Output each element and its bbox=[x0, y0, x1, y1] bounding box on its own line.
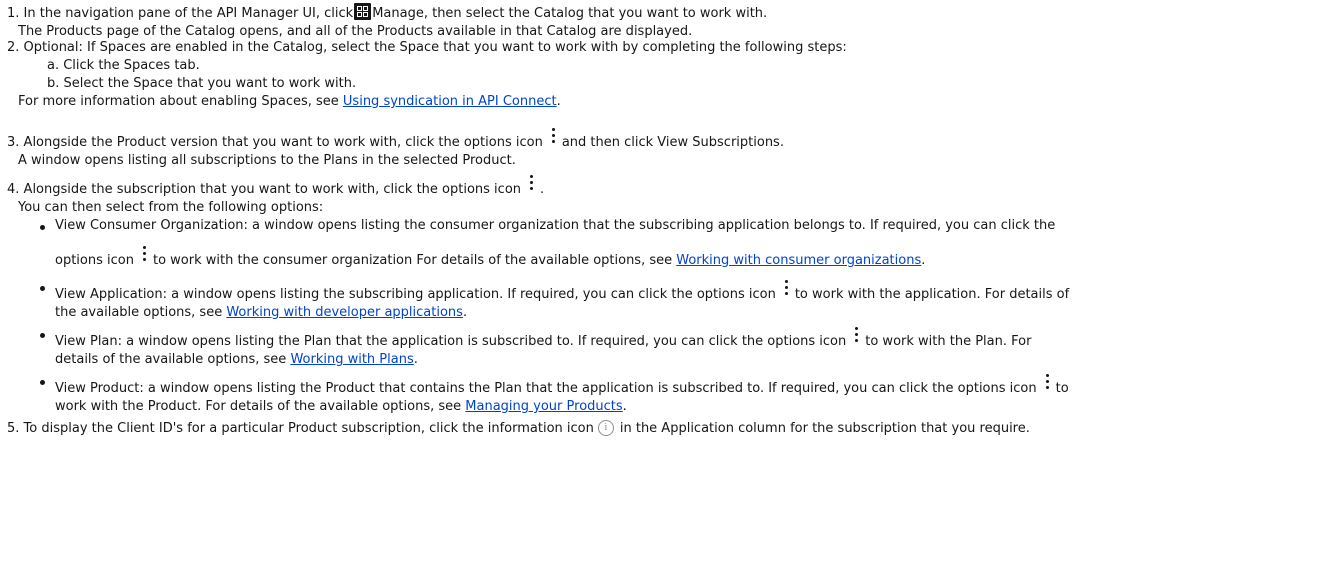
step-4: 4. Alongside the subscription that you w… bbox=[7, 173, 1337, 420]
option-plan-end: . bbox=[413, 352, 418, 367]
step-3-number: 3. bbox=[7, 135, 20, 150]
step-4-line: 4. Alongside the subscription that you w… bbox=[7, 173, 1337, 199]
step-2-sub-b: b. Select the Space that you want to wor… bbox=[47, 76, 357, 91]
step-2-number: 2. bbox=[7, 40, 20, 55]
option-plan-line-1: View Plan: a window opens listing the Pl… bbox=[55, 325, 1337, 351]
option-consumer-org-pre: options icon bbox=[55, 253, 134, 268]
manage-icon bbox=[354, 3, 372, 20]
option-plan-pre: View Plan: a window opens listing the Pl… bbox=[55, 334, 847, 349]
option-product-pre: View Product: a window opens listing the… bbox=[55, 381, 1037, 396]
step-5-number: 5. bbox=[7, 421, 20, 436]
step-3: 3. Alongside the Product version that yo… bbox=[7, 126, 1337, 173]
option-application-pre: View Application: a window opens listing… bbox=[55, 287, 776, 302]
option-view-plan: View Plan: a window opens listing the Pl… bbox=[40, 325, 1337, 372]
link-using-syndication[interactable]: Using syndication in API Connect bbox=[343, 94, 557, 109]
options-icon bbox=[547, 126, 559, 148]
link-working-with-plans[interactable]: Working with Plans bbox=[290, 352, 413, 367]
option-application-end: . bbox=[462, 305, 468, 320]
step-3-line: 3. Alongside the Product version that yo… bbox=[7, 126, 1337, 152]
option-view-product: View Product: a window opens listing the… bbox=[40, 372, 1337, 420]
step-3-result: A window opens listing all subscriptions… bbox=[18, 153, 516, 168]
option-product-line2-pre: work with the Product. For details of th… bbox=[55, 399, 462, 414]
option-application-line-1: View Application: a window opens listing… bbox=[55, 278, 1337, 304]
option-application-line-2: the available options, see Working with … bbox=[55, 304, 1337, 322]
information-icon: i bbox=[597, 420, 614, 436]
options-icon bbox=[138, 244, 150, 266]
options-icon bbox=[780, 278, 792, 300]
step-2-more-info: For more information about enabling Spac… bbox=[7, 93, 1337, 111]
step-5: 5. To display the Client ID's for a part… bbox=[7, 420, 1337, 438]
step-3-text-pre: Alongside the Product version that you w… bbox=[23, 135, 543, 150]
option-view-application: View Application: a window opens listing… bbox=[40, 278, 1337, 325]
step-5-line: 5. To display the Client ID's for a part… bbox=[7, 420, 1337, 438]
link-working-with-developer-applications[interactable]: Working with developer applications bbox=[226, 305, 463, 320]
step-1-text-post: Manage, then select the Catalog that you… bbox=[372, 6, 768, 21]
step-2-more-post: . bbox=[556, 94, 561, 109]
step-2-more-pre: For more information about enabling Spac… bbox=[18, 94, 339, 109]
options-icon bbox=[850, 325, 862, 347]
option-consumer-org-line-1: View Consumer Organization: a window ope… bbox=[55, 218, 1056, 233]
step-1-line: 1. In the navigation pane of the API Man… bbox=[7, 3, 1337, 23]
option-plan-post: to work with the Plan. For bbox=[865, 334, 1032, 349]
step-5-text-post: in the Application column for the subscr… bbox=[619, 421, 1030, 436]
link-managing-your-products[interactable]: Managing your Products bbox=[465, 399, 622, 414]
option-product-post: to bbox=[1055, 381, 1069, 396]
step-3-text-post: and then click View Subscriptions. bbox=[561, 135, 784, 150]
instructions-document: 1. In the navigation pane of the API Man… bbox=[0, 0, 1337, 438]
step-2: 2. Optional: If Spaces are enabled in th… bbox=[7, 39, 1337, 126]
option-consumer-org-line-2: options icon to work with the consumer or… bbox=[55, 244, 1337, 270]
option-product-line-2: work with the Product. For details of th… bbox=[55, 398, 1337, 416]
option-application-line2-pre: the available options, see bbox=[55, 305, 223, 320]
link-working-with-consumer-organizations[interactable]: Working with consumer organizations bbox=[676, 253, 921, 268]
option-view-consumer-organization: View Consumer Organization: a window ope… bbox=[40, 217, 1337, 278]
step-5-text-pre: To display the Client ID's for a particu… bbox=[23, 421, 594, 436]
option-application-post: to work with the application. For detail… bbox=[794, 287, 1070, 302]
step-1: 1. In the navigation pane of the API Man… bbox=[7, 3, 1337, 39]
options-icon bbox=[1041, 372, 1053, 394]
option-product-line-1: View Product: a window opens listing the… bbox=[55, 372, 1337, 398]
option-product-end: . bbox=[622, 399, 627, 414]
option-plan-line-2: details of the available options, see Wo… bbox=[55, 351, 1337, 369]
step-4-number: 4. bbox=[7, 182, 20, 197]
step-2-line: 2. Optional: If Spaces are enabled in th… bbox=[7, 39, 1337, 57]
step-2-sub-a: a. Click the Spaces tab. bbox=[47, 58, 200, 73]
option-consumer-org-mid: to work with the consumer organization F… bbox=[152, 253, 673, 268]
option-consumer-org-post: . bbox=[921, 253, 926, 268]
step-1-text-pre: In the navigation pane of the API Manage… bbox=[23, 6, 354, 21]
step-2-text: Optional: If Spaces are enabled in the C… bbox=[23, 40, 847, 55]
option-plan-line2-pre: details of the available options, see bbox=[55, 352, 287, 367]
step-1-number: 1. bbox=[7, 6, 20, 21]
step-4-text-post: . bbox=[540, 182, 545, 197]
step-4-text-pre: Alongside the subscription that you want… bbox=[23, 182, 522, 197]
step-4-options-list: View Consumer Organization: a window ope… bbox=[7, 217, 1337, 420]
step-4-result: You can then select from the following o… bbox=[18, 200, 324, 215]
options-icon bbox=[525, 173, 537, 195]
